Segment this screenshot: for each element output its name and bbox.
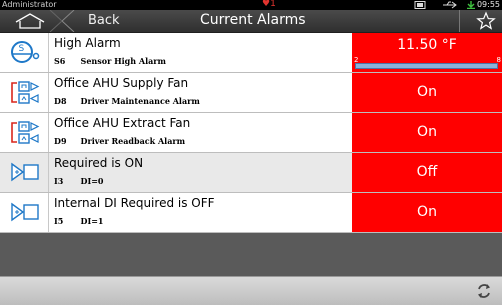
alarm-subtitle: D8 Driver Maintenance Alarm [54, 96, 200, 106]
row-divider [48, 33, 49, 72]
alarm-row[interactable]: Internal DI Required is OFF I5 DI=1 On [0, 193, 502, 233]
alarm-icon-cell [0, 193, 48, 232]
usb-icon [443, 1, 457, 9]
row-divider [48, 73, 49, 112]
alarm-row[interactable]: Office AHU Extract Fan D9 Driver Readbac… [0, 113, 502, 153]
alarm-value-cell: Off [352, 153, 502, 192]
download-icon [467, 1, 475, 9]
alarm-code: I3 [54, 176, 64, 186]
alarm-list: S High Alarm S6 Sensor High Alarm 11.50 … [0, 33, 502, 233]
refresh-icon [478, 284, 490, 298]
back-button[interactable]: Back [62, 10, 152, 32]
alarm-icon-cell [0, 113, 48, 152]
alarm-icon-cell [0, 153, 48, 192]
sensor-icon: S [11, 41, 40, 63]
row-divider [48, 193, 49, 232]
bottom-toolbar [0, 276, 502, 305]
alarm-value: On [417, 84, 437, 100]
alarm-subtitle: I5 DI=1 [54, 216, 104, 226]
alarm-value-cell: On [352, 73, 502, 112]
alarm-value: 11.50 °F [397, 37, 457, 53]
alarm-icon-cell [0, 73, 48, 112]
alarm-value: On [417, 204, 437, 220]
home-icon [15, 9, 63, 33]
alarm-value-cell: 11.50 °F 2 8 [352, 33, 502, 72]
page-title: Current Alarms [200, 12, 306, 28]
alarm-subtitle: S6 Sensor High Alarm [54, 56, 166, 66]
alarm-description: Driver Maintenance Alarm [80, 96, 200, 106]
alarm-value-cell: On [352, 193, 502, 232]
alert-count: 1 [270, 0, 276, 9]
alarm-description: DI=0 [80, 176, 104, 186]
alarm-icon-cell: S [0, 33, 48, 72]
alarm-subtitle: I3 DI=0 [54, 176, 104, 186]
alarm-name: High Alarm [54, 36, 121, 50]
refresh-button[interactable] [476, 283, 492, 299]
digital-input-icon [11, 162, 39, 182]
alarm-name: Required is ON [54, 156, 144, 170]
alarm-code: S6 [54, 56, 66, 66]
alarm-name: Internal DI Required is OFF [54, 196, 215, 210]
user-name: Administrator [2, 0, 57, 9]
value-bar [355, 63, 498, 69]
back-label: Back [88, 13, 120, 28]
alarm-description: DI=1 [80, 216, 104, 226]
status-bar: Administrator ♥1 09:55 [0, 0, 502, 10]
alarm-description: Sensor High Alarm [80, 56, 166, 66]
favorite-button[interactable] [476, 11, 496, 31]
home-button[interactable] [0, 9, 63, 33]
monitor-icon [414, 1, 426, 9]
alarm-name: Office AHU Supply Fan [54, 76, 189, 90]
header-bar: Back Current Alarms [0, 9, 502, 33]
driver-icon [11, 121, 40, 144]
alarm-row[interactable]: S High Alarm S6 Sensor High Alarm 11.50 … [0, 33, 502, 73]
alarm-row[interactable]: Required is ON I3 DI=0 Off [0, 153, 502, 193]
alarm-row[interactable]: Office AHU Supply Fan D8 Driver Maintena… [0, 73, 502, 113]
alarm-subtitle: D9 Driver Readback Alarm [54, 136, 185, 146]
row-divider [48, 153, 49, 192]
alarm-code: D8 [54, 96, 67, 106]
star-icon [476, 11, 496, 30]
alarm-description: Driver Readback Alarm [80, 136, 186, 146]
row-divider [48, 113, 49, 152]
alarm-value: Off [416, 164, 438, 180]
svg-text:S: S [19, 44, 25, 54]
driver-icon [11, 81, 40, 104]
alarm-code: I5 [54, 216, 64, 226]
alarm-code: D9 [54, 136, 67, 146]
digital-input-icon [11, 202, 39, 222]
alarm-bell-icon: ♥1 [262, 0, 276, 9]
clock-time: 09:55 [476, 0, 500, 9]
alarm-value-cell: On [352, 113, 502, 152]
alarm-value: On [417, 124, 437, 140]
alarm-name: Office AHU Extract Fan [54, 116, 191, 130]
